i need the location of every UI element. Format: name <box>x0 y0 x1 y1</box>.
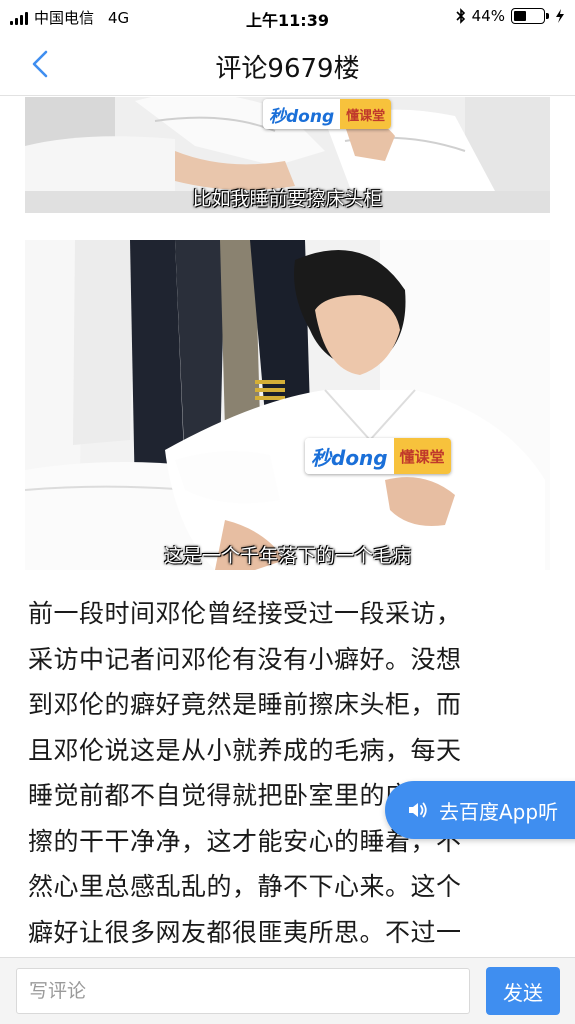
mic-badge-label: 懂课堂 <box>393 438 451 474</box>
page-title: 评论9679楼 <box>215 54 360 84</box>
image-subtitle: 比如我睡前要擦床头柜 <box>192 188 383 210</box>
article-line: 然心里总感乱乱的，静不下心来。这个 <box>28 872 462 901</box>
battery-fill <box>514 11 527 21</box>
article-image-2[interactable]: 秒dong 懂课堂 这是一个千年落下的一个毛病 <box>25 240 550 570</box>
mic-badge-brand: 秒dong <box>305 438 394 474</box>
article-line: 到邓伦的癖好竟然是睡前擦床头柜，而 <box>28 690 462 719</box>
mic-badge-brand: 秒dong <box>263 99 341 129</box>
image-subtitle: 这是一个千年落下的一个毛病 <box>163 545 411 567</box>
listen-button-label: 去百度App听 <box>439 799 559 824</box>
mic-badge: 秒dong 懂课堂 <box>305 438 451 474</box>
battery-label: 44% <box>471 7 505 25</box>
status-right: 44% <box>456 7 565 25</box>
send-button[interactable]: 发送 <box>486 967 560 1015</box>
nav-bar: 评论9679楼 <box>0 34 575 96</box>
article-image-1[interactable]: 秒dong 懂课堂 比如我睡前要擦床头柜 <box>25 97 550 213</box>
article-line: 癖好让很多网友都很匪夷所思。不过一 <box>28 917 462 947</box>
article-text: 前一段时间邓伦曾经接受过一段采访， 采访中记者问邓伦有没有小癖好。没想 到邓伦的… <box>28 591 553 955</box>
charging-bolt-icon <box>556 9 564 23</box>
comment-input[interactable] <box>16 968 470 1014</box>
status-bar: 中国电信 4G 上午11:39 44% <box>0 0 575 34</box>
mic-badge-label: 懂课堂 <box>340 99 392 129</box>
comment-bar: 发送 <box>0 957 575 1024</box>
listen-in-app-button[interactable]: 去百度App听 <box>385 781 575 839</box>
video-still-2 <box>25 240 550 570</box>
speaker-icon <box>409 802 427 818</box>
article-line: 采访中记者问邓伦有没有小癖好。没想 <box>28 644 462 674</box>
battery-icon <box>511 8 549 24</box>
article-line: 且邓伦说这是从小就养成的毛病，每天 <box>28 735 462 765</box>
article-line: 前一段时间邓伦曾经接受过一段采访， <box>28 599 462 628</box>
mic-badge: 秒dong 懂课堂 <box>263 99 392 129</box>
bluetooth-icon <box>456 8 465 24</box>
